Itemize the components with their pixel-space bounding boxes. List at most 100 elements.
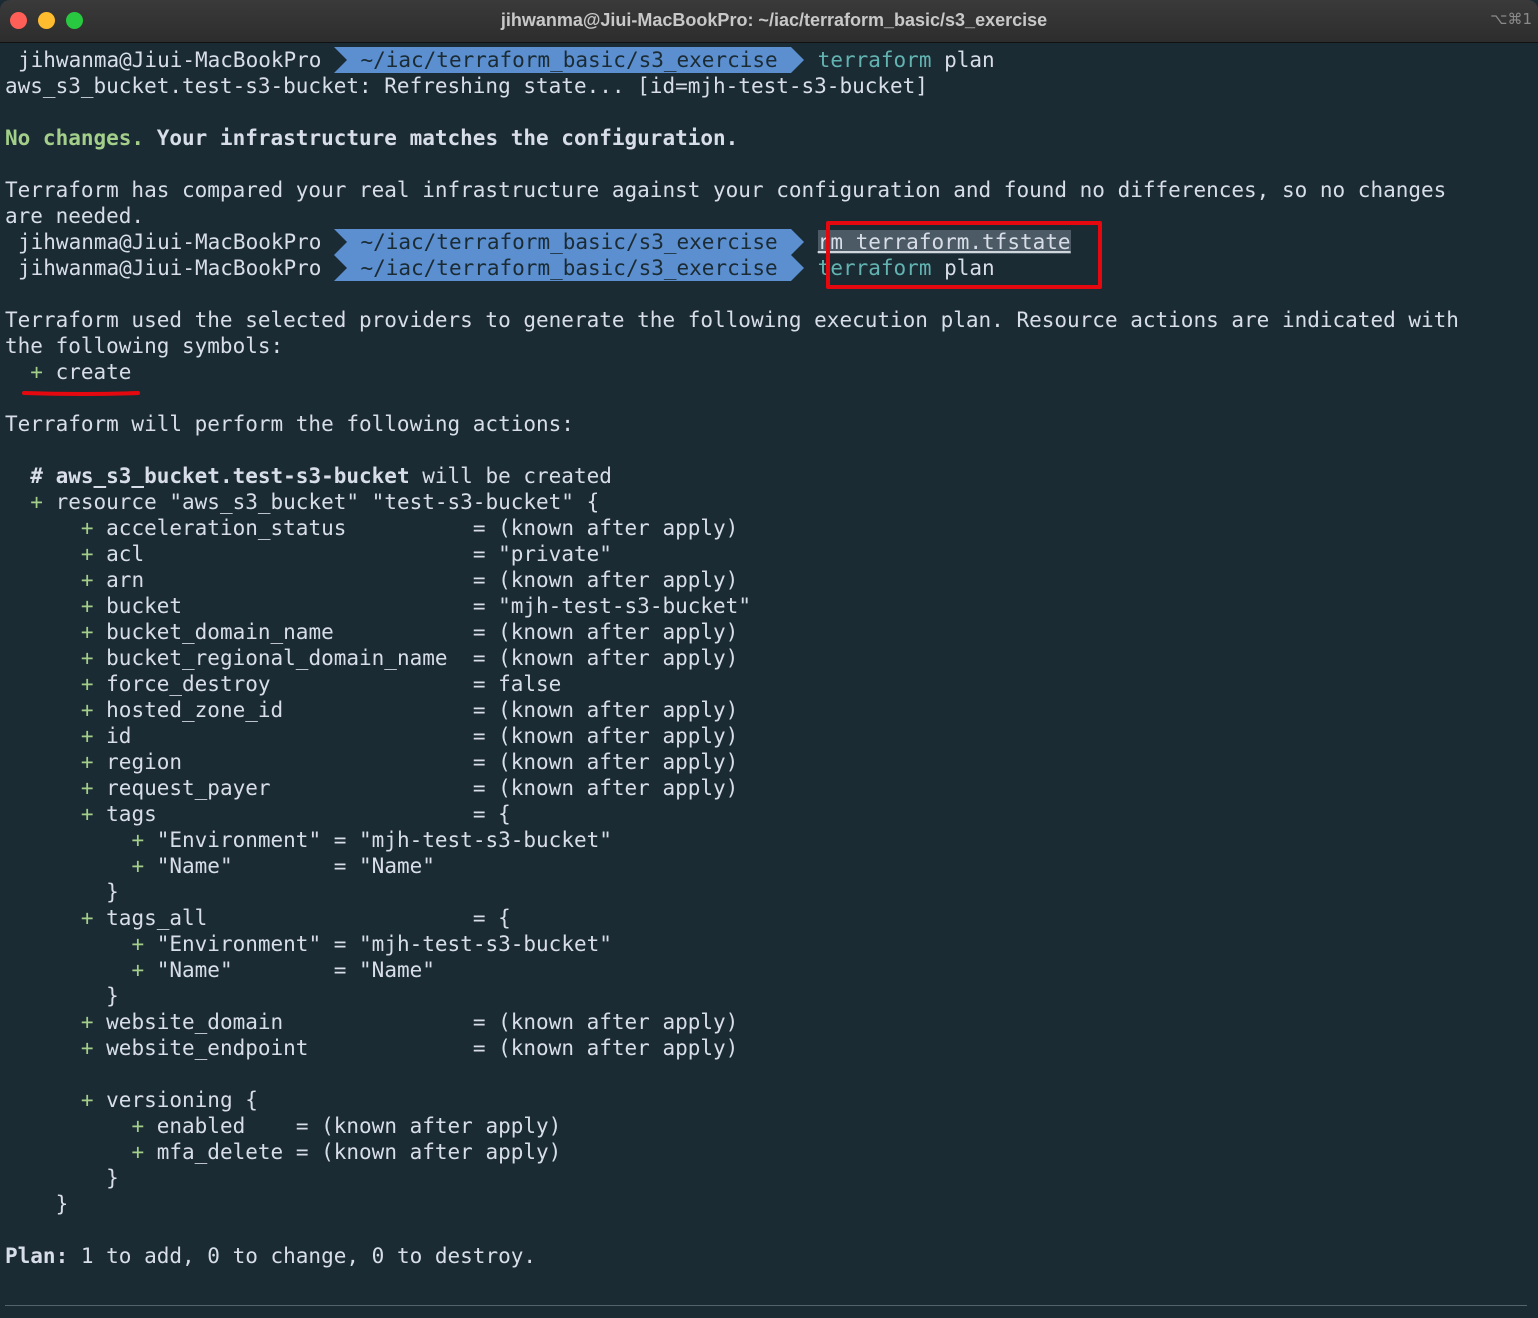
- plan-summary: 1 to add, 0 to change, 0 to destroy.: [68, 1244, 537, 1268]
- attribute-value: = (known after apply): [472, 698, 739, 722]
- plus-symbol: +: [80, 906, 107, 930]
- plus-symbol: +: [80, 672, 107, 696]
- attribute-line: + "Environment" = "mjh-test-s3-bucket": [5, 931, 1535, 957]
- plus-symbol: +: [80, 1036, 107, 1060]
- plus-symbol: +: [80, 516, 107, 540]
- prompt-line: jihwanma@Jiui-MacBookPro ~/iac/terraform_…: [5, 229, 1535, 255]
- attribute-name: arn: [106, 568, 473, 592]
- prompt-separator-icon: [334, 229, 348, 255]
- terminal-output[interactable]: jihwanma@Jiui-MacBookPro ~/iac/terraform_…: [5, 47, 1535, 1269]
- attribute-value: = {: [472, 906, 511, 930]
- attribute-name: region: [106, 750, 473, 774]
- red-underline-mark: [22, 391, 140, 396]
- attribute-line: + mfa_delete = (known after apply): [5, 1139, 1535, 1165]
- attribute-value: = (known after apply): [295, 1140, 562, 1164]
- attribute-name: bucket: [106, 594, 473, 618]
- attribute-name: versioning {: [106, 1088, 258, 1112]
- attribute-value: = (known after apply): [472, 620, 739, 644]
- plus-symbol: +: [131, 932, 157, 956]
- plus-symbol: +: [131, 1140, 157, 1164]
- plus-symbol: +: [80, 698, 107, 722]
- output-line: the following symbols:: [5, 334, 284, 358]
- attribute-name: tags: [106, 802, 473, 826]
- output-line: Terraform will perform the following act…: [5, 412, 574, 436]
- resource-declaration: resource "aws_s3_bucket" "test-s3-bucket…: [55, 490, 600, 514]
- attribute-line: + acceleration_status = (known after app…: [5, 515, 1535, 541]
- title-bar: jihwanma@Jiui-MacBookPro: ~/iac/terrafor…: [0, 0, 1538, 43]
- attribute-line: + tags_all = {: [5, 905, 1535, 931]
- attribute-value: = (known after apply): [472, 750, 739, 774]
- attribute-name: website_domain: [106, 1010, 473, 1034]
- attribute-name: hosted_zone_id: [106, 698, 473, 722]
- attribute-line: + "Name" = "Name": [5, 853, 1535, 879]
- attribute-value: = "Name": [333, 958, 435, 982]
- attribute-line: + force_destroy = false: [5, 671, 1535, 697]
- prompt-arrow-icon: [790, 47, 804, 73]
- attribute-line: + acl = "private": [5, 541, 1535, 567]
- resource-address: aws_s3_bucket.test-s3-bucket: [55, 464, 410, 488]
- prompt-separator-icon: [334, 47, 348, 73]
- attribute-value: = "Name": [333, 854, 435, 878]
- output-text: Your infrastructure matches the configur…: [144, 126, 739, 150]
- attribute-name: force_destroy: [106, 672, 473, 696]
- attribute-value: = (known after apply): [472, 516, 739, 540]
- tab-shortcut-label: ⌥⌘1: [1490, 10, 1532, 28]
- attribute-value: = (known after apply): [295, 1114, 562, 1138]
- attribute-value: = (known after apply): [472, 724, 739, 748]
- attribute-line: + "Environment" = "mjh-test-s3-bucket": [5, 827, 1535, 853]
- attribute-value: = {: [472, 802, 511, 826]
- attribute-name: mfa_delete: [156, 1140, 296, 1164]
- attribute-line: + website_endpoint = (known after apply): [5, 1035, 1535, 1061]
- prompt-separator-icon: [334, 255, 348, 281]
- attribute-name: }: [5, 984, 119, 1008]
- attribute-value: = "mjh-test-s3-bucket": [333, 932, 612, 956]
- attribute-value: = "mjh-test-s3-bucket": [472, 594, 751, 618]
- attribute-line: + bucket = "mjh-test-s3-bucket": [5, 593, 1535, 619]
- attribute-value: = (known after apply): [472, 1010, 739, 1034]
- plus-symbol: +: [131, 1114, 157, 1138]
- attribute-name: "Name": [156, 854, 334, 878]
- attribute-name: website_endpoint: [106, 1036, 473, 1060]
- attribute-line: + enabled = (known after apply): [5, 1113, 1535, 1139]
- window-title: jihwanma@Jiui-MacBookPro: ~/iac/terrafor…: [500, 10, 1048, 30]
- attribute-name: acl: [106, 542, 473, 566]
- plan-summary-line: Plan: 1 to add, 0 to change, 0 to destro…: [5, 1243, 1535, 1269]
- plus-symbol: +: [131, 828, 157, 852]
- attribute-name: bucket_regional_domain_name: [106, 646, 473, 670]
- prompt-path: ~/iac/terraform_basic/s3_exercise: [347, 255, 791, 281]
- plan-label: Plan:: [5, 1244, 69, 1268]
- attribute-name: "Environment": [156, 828, 334, 852]
- attribute-line: + region = (known after apply): [5, 749, 1535, 775]
- prompt-path: ~/iac/terraform_basic/s3_exercise: [347, 229, 791, 255]
- legend-line: + create: [5, 359, 1535, 385]
- attribute-value: = (known after apply): [472, 646, 739, 670]
- command-name: terraform: [817, 48, 932, 72]
- attribute-line: + tags = {: [5, 801, 1535, 827]
- plus-symbol: +: [5, 490, 56, 514]
- plus-symbol: +: [80, 1088, 107, 1112]
- attribute-name: enabled: [156, 1114, 296, 1138]
- no-changes-label: No changes.: [5, 126, 145, 150]
- command-args: plan: [931, 48, 995, 72]
- output-line: No changes. Your infrastructure matches …: [5, 125, 1535, 151]
- attribute-line: + website_domain = (known after apply): [5, 1009, 1535, 1035]
- plus-symbol: +: [80, 620, 107, 644]
- prompt-line: jihwanma@Jiui-MacBookPro ~/iac/terraform_…: [5, 47, 1535, 73]
- plus-symbol: +: [80, 750, 107, 774]
- attribute-line: + versioning {: [5, 1087, 1535, 1113]
